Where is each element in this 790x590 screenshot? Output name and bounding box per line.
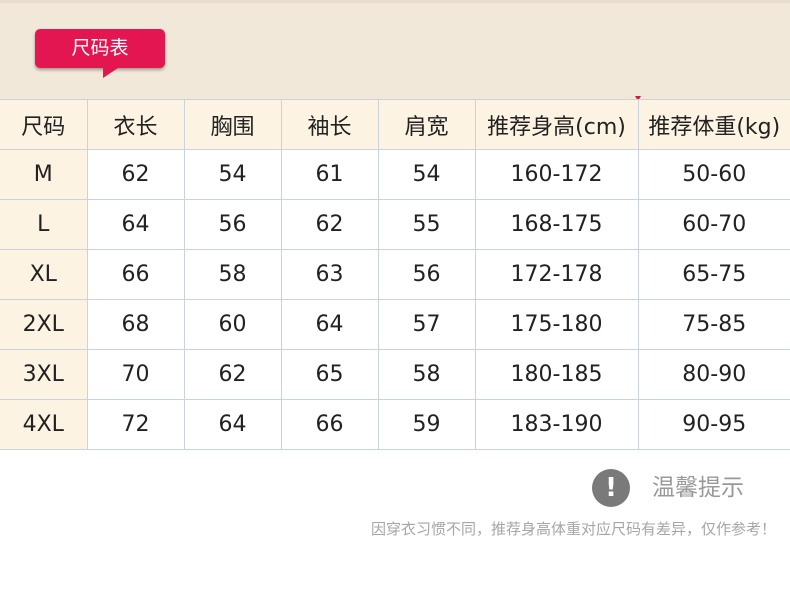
table-row: 2XL 68 60 64 57 175-180 75-85 — [0, 299, 790, 350]
table-cell: 70 — [86, 349, 185, 400]
notice-title: 温馨提示 — [652, 475, 744, 501]
table-cell: 62 — [183, 349, 282, 400]
table-cell: 63 — [280, 249, 379, 300]
header-shoulder: 肩宽 — [377, 99, 476, 150]
table-cell: 65 — [280, 349, 379, 400]
table-cell: 64 — [86, 199, 185, 250]
table-cell: 168-175 — [474, 199, 639, 250]
size-cell: XL — [0, 249, 88, 300]
table-row: L 64 56 62 55 168-175 60-70 — [0, 199, 790, 250]
header-sleeve: 袖长 — [280, 99, 379, 150]
table-cell: 65-75 — [637, 249, 790, 300]
table-cell: 50-60 — [637, 149, 790, 200]
table-cell: 183-190 — [474, 399, 639, 450]
table-cell: 61 — [280, 149, 379, 200]
size-cell: 3XL — [0, 349, 88, 400]
table-cell: 55 — [377, 199, 476, 250]
exclamation-icon: ! — [592, 469, 630, 507]
size-cell: 2XL — [0, 299, 88, 350]
table-row: 3XL 70 62 65 58 180-185 80-90 — [0, 349, 790, 400]
table-row: XL 66 58 63 56 172-178 65-75 — [0, 249, 790, 300]
header-size: 尺码 — [0, 99, 88, 150]
table-cell: 175-180 — [474, 299, 639, 350]
table-cell: 60 — [183, 299, 282, 350]
size-table: 尺码 衣长 胸围 袖长 肩宽 推荐身高(cm) 推荐体重(kg) M 62 54… — [0, 99, 790, 450]
table-cell: 58 — [183, 249, 282, 300]
table-cell: 80-90 — [637, 349, 790, 400]
table-cell: 64 — [280, 299, 379, 350]
table-cell: 62 — [86, 149, 185, 200]
table-cell: 180-185 — [474, 349, 639, 400]
table-cell: 56 — [183, 199, 282, 250]
header-height: 推荐身高(cm) — [474, 99, 639, 150]
size-cell: L — [0, 199, 88, 250]
table-cell: 66 — [280, 399, 379, 450]
table-cell: 54 — [377, 149, 476, 200]
table-cell: 57 — [377, 299, 476, 350]
table-cell: 58 — [377, 349, 476, 400]
table-cell: 56 — [377, 249, 476, 300]
table-cell: 72 — [86, 399, 185, 450]
notice-text: 因穿衣习惯不同，推荐身高体重对应尺码有差异，仅作参考！ — [370, 520, 776, 538]
table-cell: 64 — [183, 399, 282, 450]
title-tag-pointer — [103, 66, 121, 78]
table-cell: 160-172 — [474, 149, 639, 200]
table-row: 4XL 72 64 66 59 183-190 90-95 — [0, 399, 790, 450]
table-cell: 75-85 — [637, 299, 790, 350]
table-cell: 90-95 — [637, 399, 790, 450]
table-cell: 59 — [377, 399, 476, 450]
table-cell: 54 — [183, 149, 282, 200]
table-cell: 66 — [86, 249, 185, 300]
top-border — [0, 0, 790, 3]
table-cell: 62 — [280, 199, 379, 250]
header-weight: 推荐体重(kg) — [637, 99, 790, 150]
header-length: 衣长 — [86, 99, 185, 150]
header-chest: 胸围 — [183, 99, 282, 150]
table-row: M 62 54 61 54 160-172 50-60 — [0, 149, 790, 200]
table-header-row: 尺码 衣长 胸围 袖长 肩宽 推荐身高(cm) 推荐体重(kg) — [0, 99, 790, 150]
table-cell: 68 — [86, 299, 185, 350]
size-chart-title-tag: 尺码表 — [35, 29, 165, 68]
size-cell: 4XL — [0, 399, 88, 450]
table-cell: 172-178 — [474, 249, 639, 300]
size-cell: M — [0, 149, 88, 200]
table-cell: 60-70 — [637, 199, 790, 250]
